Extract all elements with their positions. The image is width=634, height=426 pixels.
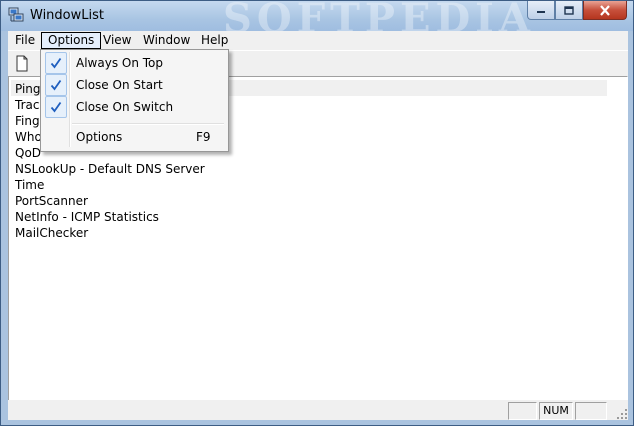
status-panel-num: NUM xyxy=(539,402,573,420)
list-item-time[interactable]: Time xyxy=(15,177,205,193)
options-dropdown-menu: Always On Top Close On Start Close On Sw… xyxy=(40,49,229,152)
close-on-start-label: Close On Start xyxy=(76,78,163,92)
menu-item-options[interactable]: Options F9 xyxy=(43,126,224,148)
watermark: SOFTPEDIA xyxy=(223,1,535,31)
status-panel-scroll xyxy=(575,402,607,420)
always-on-top-check xyxy=(45,52,67,74)
status-panel-caps xyxy=(508,402,537,420)
list-item-nslookup[interactable]: NSLookUp - Default DNS Server xyxy=(15,161,205,177)
list-item-netinfo[interactable]: NetInfo - ICMP Statistics xyxy=(15,209,205,225)
options-label: Options xyxy=(76,130,123,144)
menu-help[interactable]: Help xyxy=(195,32,234,49)
resize-grip-icon[interactable] xyxy=(616,408,628,420)
list-item-mailchecker[interactable]: MailChecker xyxy=(15,225,205,241)
maximize-icon xyxy=(564,5,574,15)
status-bar: NUM xyxy=(8,400,628,420)
options-shortcut: F9 xyxy=(196,130,211,144)
close-button[interactable] xyxy=(583,1,627,20)
minimize-icon xyxy=(537,11,545,13)
menu-item-close-on-start[interactable]: Close On Start xyxy=(43,74,224,96)
close-on-switch-label: Close On Switch xyxy=(76,100,174,114)
menu-item-close-on-switch[interactable]: Close On Switch xyxy=(43,96,224,118)
always-on-top-label: Always On Top xyxy=(76,56,163,70)
checkmark-icon xyxy=(50,57,62,69)
menu-separator xyxy=(72,123,224,125)
menu-options[interactable]: Options xyxy=(41,32,102,49)
close-on-start-check xyxy=(45,74,67,96)
network-computer-icon[interactable] xyxy=(8,7,24,23)
new-document-icon[interactable] xyxy=(14,55,30,72)
close-on-switch-check xyxy=(45,96,67,118)
menu-bar: File Options View Window Help xyxy=(8,31,628,50)
title-bar[interactable]: SOFTPEDIA WindowList xyxy=(1,1,633,31)
checkmark-icon xyxy=(50,79,62,91)
menu-view[interactable]: View xyxy=(97,32,137,49)
close-icon xyxy=(600,4,610,16)
menu-item-always-on-top[interactable]: Always On Top xyxy=(43,52,224,74)
checkmark-icon xyxy=(50,101,62,113)
minimize-button[interactable] xyxy=(527,1,555,20)
menu-file[interactable]: File xyxy=(9,32,41,49)
window-title: WindowList xyxy=(30,8,104,23)
maximize-button[interactable] xyxy=(555,1,583,20)
menu-window[interactable]: Window xyxy=(137,32,196,49)
list-item-portscanner[interactable]: PortScanner xyxy=(15,193,205,209)
